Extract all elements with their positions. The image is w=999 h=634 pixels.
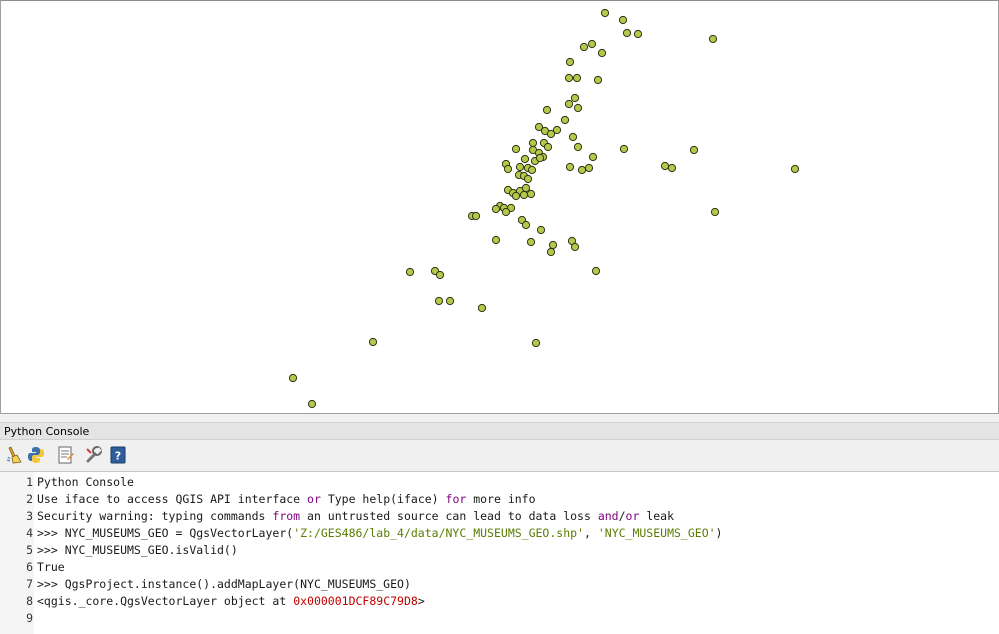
line-number: 3 bbox=[26, 509, 33, 523]
museum-point[interactable] bbox=[579, 42, 589, 52]
museum-point[interactable] bbox=[548, 240, 558, 250]
museum-point[interactable] bbox=[491, 204, 501, 214]
line-number: 2 bbox=[26, 492, 33, 506]
museum-point[interactable] bbox=[520, 154, 530, 164]
line-number: 6 bbox=[26, 560, 33, 574]
museum-point[interactable] bbox=[565, 162, 575, 172]
show-editor-icon[interactable] bbox=[56, 445, 76, 465]
museum-point[interactable] bbox=[288, 373, 298, 383]
museum-point[interactable] bbox=[570, 242, 580, 252]
museum-point[interactable] bbox=[526, 237, 536, 247]
options-wrench-icon[interactable] bbox=[84, 445, 104, 465]
museum-point[interactable] bbox=[560, 115, 570, 125]
museum-point[interactable] bbox=[515, 162, 525, 172]
museum-point[interactable] bbox=[523, 174, 533, 184]
museum-point[interactable] bbox=[600, 8, 610, 18]
museum-point[interactable] bbox=[501, 207, 511, 217]
museum-point[interactable] bbox=[435, 270, 445, 280]
svg-text:?: ? bbox=[115, 450, 121, 463]
museum-point[interactable] bbox=[689, 145, 699, 155]
museum-point[interactable] bbox=[434, 296, 444, 306]
museum-point[interactable] bbox=[573, 103, 583, 113]
museum-point[interactable] bbox=[526, 189, 536, 199]
museum-point[interactable] bbox=[527, 165, 537, 175]
museum-point[interactable] bbox=[564, 73, 574, 83]
line-number: 1 bbox=[26, 475, 33, 489]
museum-point[interactable] bbox=[577, 165, 587, 175]
line-text: >>> NYC_MUSEUMS_GEO.isValid() bbox=[37, 543, 238, 557]
museum-point[interactable] bbox=[471, 211, 481, 221]
clear-console-icon[interactable] bbox=[4, 445, 24, 465]
line-number: 4 bbox=[26, 526, 33, 540]
museum-point[interactable] bbox=[405, 267, 415, 277]
line-number: 9 bbox=[26, 611, 33, 625]
museum-point[interactable] bbox=[535, 153, 545, 163]
museum-point[interactable] bbox=[790, 164, 800, 174]
museum-point[interactable] bbox=[521, 220, 531, 230]
museum-point[interactable] bbox=[568, 132, 578, 142]
museum-point[interactable] bbox=[588, 152, 598, 162]
line-text: Security warning: typing commands from a… bbox=[37, 509, 675, 523]
museum-point[interactable] bbox=[531, 338, 541, 348]
museum-point[interactable] bbox=[584, 163, 594, 173]
museum-point[interactable] bbox=[633, 29, 643, 39]
console-toolbar: ? bbox=[0, 441, 999, 472]
line-text: <qgis._core.QgsVectorLayer object at 0x0… bbox=[37, 594, 425, 608]
museum-point[interactable] bbox=[542, 105, 552, 115]
map-points-layer[interactable] bbox=[0, 0, 999, 414]
museum-point[interactable] bbox=[307, 399, 317, 409]
python-console-title: Python Console bbox=[0, 422, 999, 440]
museum-point[interactable] bbox=[597, 48, 607, 58]
python-run-icon[interactable] bbox=[26, 445, 46, 465]
museum-point[interactable] bbox=[368, 337, 378, 347]
museum-point[interactable] bbox=[546, 247, 556, 257]
museum-point[interactable] bbox=[564, 99, 574, 109]
museum-point[interactable] bbox=[573, 142, 583, 152]
museum-point[interactable] bbox=[667, 163, 677, 173]
museum-point[interactable] bbox=[619, 144, 629, 154]
museum-point[interactable] bbox=[618, 15, 628, 25]
museum-point[interactable] bbox=[593, 75, 603, 85]
line-text: >>> NYC_MUSEUMS_GEO = QgsVectorLayer('Z:… bbox=[37, 526, 723, 540]
museum-point[interactable] bbox=[521, 183, 531, 193]
museum-point[interactable] bbox=[710, 207, 720, 217]
help-icon[interactable]: ? bbox=[108, 445, 128, 465]
museum-point[interactable] bbox=[708, 34, 718, 44]
museum-point[interactable] bbox=[519, 190, 529, 200]
museum-point[interactable] bbox=[660, 161, 670, 171]
museum-point[interactable] bbox=[543, 142, 553, 152]
line-text: Use iface to access QGIS API interface o… bbox=[37, 492, 536, 506]
museum-point[interactable] bbox=[546, 129, 556, 139]
museum-point[interactable] bbox=[511, 144, 521, 154]
museum-point[interactable] bbox=[477, 303, 487, 313]
line-text: Python Console bbox=[37, 475, 134, 489]
museum-point[interactable] bbox=[503, 164, 513, 174]
museum-point[interactable] bbox=[572, 73, 582, 83]
museum-point[interactable] bbox=[528, 138, 538, 148]
line-number: 8 bbox=[26, 594, 33, 608]
museum-point[interactable] bbox=[445, 296, 455, 306]
museum-point[interactable] bbox=[511, 191, 521, 201]
museum-point[interactable] bbox=[622, 28, 632, 38]
line-number: 5 bbox=[26, 543, 33, 557]
museum-point[interactable] bbox=[570, 93, 580, 103]
line-text: >>> QgsProject.instance().addMapLayer(NY… bbox=[37, 577, 411, 591]
museum-point[interactable] bbox=[536, 225, 546, 235]
museum-point[interactable] bbox=[591, 266, 601, 276]
museum-point[interactable] bbox=[565, 57, 575, 67]
line-number: 7 bbox=[26, 577, 33, 591]
museum-point[interactable] bbox=[587, 39, 597, 49]
line-text: True bbox=[37, 560, 65, 574]
console-output-editor[interactable]: 1 Python Console 2 Use iface to access QGIS… bbox=[0, 472, 999, 634]
museum-point[interactable] bbox=[491, 235, 501, 245]
